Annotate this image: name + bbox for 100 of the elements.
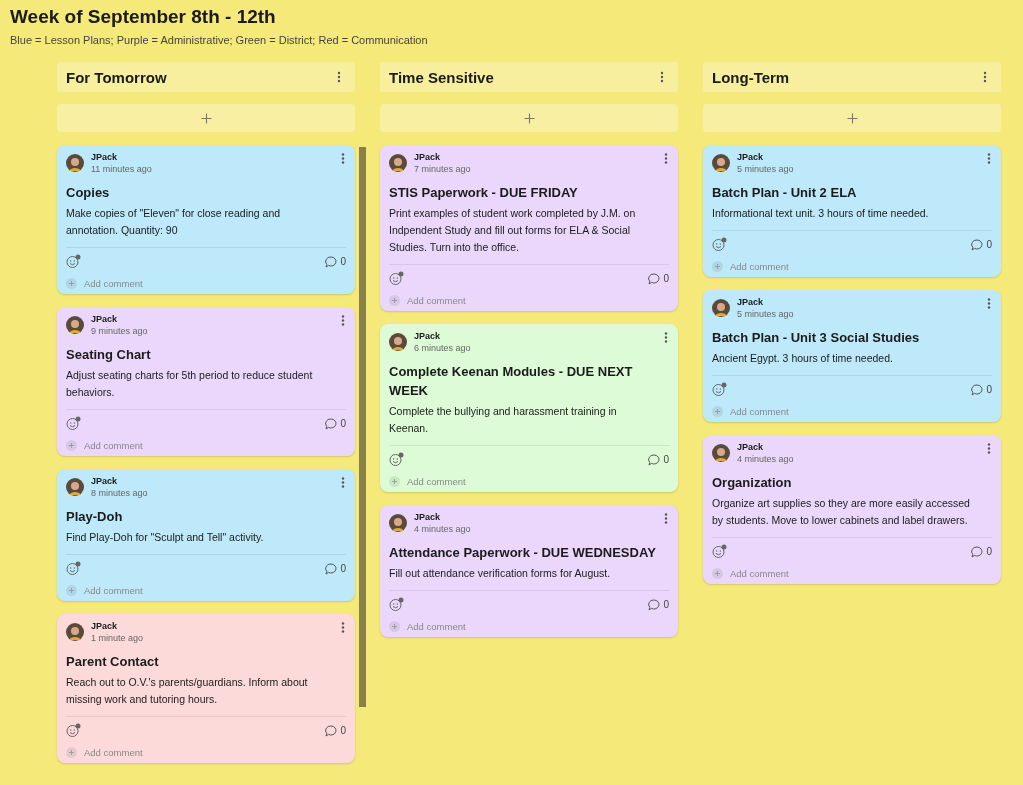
column-title: Long-Term bbox=[712, 68, 790, 86]
card-text: Find Play-Doh for "Sculpt and Tell" activity. bbox=[66, 530, 265, 545]
card-title: STIS Paperwork - DUE FRIDAY bbox=[389, 184, 579, 202]
card-text: Informational text unit. 3 hours of time needed. bbox=[712, 206, 930, 221]
author-name: JPack bbox=[414, 331, 442, 341]
timestamp: 11 minutes ago bbox=[91, 164, 153, 174]
more-icon[interactable] bbox=[341, 315, 345, 326]
comment-count: 0 bbox=[340, 418, 346, 429]
plus-icon bbox=[712, 261, 723, 272]
emoji-reaction-icon[interactable] bbox=[389, 271, 404, 286]
emoji-reaction-icon[interactable] bbox=[66, 254, 81, 269]
emoji-reaction-icon[interactable] bbox=[389, 597, 404, 612]
comment-count: 0 bbox=[340, 725, 346, 736]
note-card[interactable]: JPack 8 minutes ago Play-Doh Find Play-Doh for "Sculpt and Tell" activity. 0 Add comment bbox=[57, 469, 355, 601]
avatar-icon bbox=[712, 154, 730, 172]
more-icon[interactable] bbox=[341, 153, 345, 164]
comment-count: 0 bbox=[340, 563, 346, 574]
author-name: JPack bbox=[737, 442, 765, 452]
board-title: Week of September 8th - 12th bbox=[10, 6, 277, 28]
note-card[interactable]: JPack 4 minutes ago Organization Organize art supplies so they are more easily accessed by students. Move to lower cabinets and label drawers. 0 Add comment bbox=[703, 435, 1001, 584]
author-name: JPack bbox=[91, 476, 119, 486]
emoji-reaction-icon[interactable] bbox=[712, 544, 727, 559]
note-card[interactable]: JPack 6 minutes ago Complete Keenan Modules - DUE NEXT WEEK Complete the bullying and harassment training in Keenan. 0 Add comment bbox=[380, 324, 678, 492]
comment-icon[interactable] bbox=[971, 545, 984, 558]
plus-icon bbox=[389, 295, 400, 306]
card-title: Seating Chart bbox=[66, 346, 152, 364]
column-title: For Tomorrow bbox=[66, 68, 167, 86]
comment-icon[interactable] bbox=[648, 598, 661, 611]
timestamp: 1 minute ago bbox=[91, 633, 145, 643]
timestamp: 8 minutes ago bbox=[91, 488, 149, 498]
plus-icon bbox=[389, 621, 400, 632]
comment-icon[interactable] bbox=[971, 238, 984, 251]
more-icon[interactable] bbox=[341, 477, 345, 488]
comment-count: 0 bbox=[663, 599, 669, 610]
note-card[interactable]: JPack 11 minutes ago Copies Make copies of "Eleven" for close reading and annotation. Quantity: 90 0 Add comment bbox=[57, 145, 355, 294]
comment-count: 0 bbox=[986, 239, 992, 250]
card-title: Copies bbox=[66, 184, 111, 202]
plus-icon bbox=[200, 112, 212, 124]
more-icon[interactable] bbox=[987, 153, 991, 164]
more-icon[interactable] bbox=[337, 71, 341, 83]
timestamp: 9 minutes ago bbox=[91, 326, 149, 336]
scrollbar[interactable] bbox=[359, 147, 366, 707]
card-text: Adjust seating charts for 5th period to reduce student behaviors. bbox=[66, 368, 314, 400]
more-icon[interactable] bbox=[664, 332, 668, 343]
more-icon[interactable] bbox=[987, 298, 991, 309]
timestamp: 4 minutes ago bbox=[414, 524, 472, 534]
timestamp: 5 minutes ago bbox=[737, 164, 795, 174]
comment-icon[interactable] bbox=[648, 272, 661, 285]
card-title: Attendance Paperwork - DUE WEDNESDAY bbox=[389, 544, 657, 562]
author-name: JPack bbox=[91, 314, 119, 324]
more-icon[interactable] bbox=[664, 153, 668, 164]
author-name: JPack bbox=[737, 152, 765, 162]
emoji-reaction-icon[interactable] bbox=[712, 237, 727, 252]
emoji-reaction-icon[interactable] bbox=[712, 382, 727, 397]
card-text: Fill out attendance verification forms for August. bbox=[389, 566, 612, 581]
plus-icon bbox=[389, 476, 400, 487]
author-name: JPack bbox=[414, 152, 442, 162]
more-icon[interactable] bbox=[341, 622, 345, 633]
comment-icon[interactable] bbox=[325, 562, 338, 575]
comment-icon[interactable] bbox=[325, 724, 338, 737]
avatar-icon bbox=[389, 154, 407, 172]
plus-icon bbox=[523, 112, 535, 124]
note-card[interactable]: JPack 4 minutes ago Attendance Paperwork - DUE WEDNESDAY Fill out attendance verification forms for August. 0 Add comment bbox=[380, 505, 678, 637]
avatar-icon bbox=[66, 154, 84, 172]
timestamp: 5 minutes ago bbox=[737, 309, 795, 319]
plus-icon bbox=[66, 440, 77, 451]
note-card[interactable]: JPack 1 minute ago Parent Contact Reach out to O.V.'s parents/guardians. Inform about missing work and tutoring hours. 0 Add comment bbox=[57, 614, 355, 763]
comment-count: 0 bbox=[340, 256, 346, 267]
card-text: Complete the bullying and harassment training in Keenan. bbox=[389, 404, 618, 436]
comment-icon[interactable] bbox=[971, 383, 984, 396]
emoji-reaction-icon[interactable] bbox=[66, 723, 81, 738]
more-icon[interactable] bbox=[664, 513, 668, 524]
note-card[interactable]: JPack 7 minutes ago STIS Paperwork - DUE FRIDAY Print examples of student work completed by J.M. on Indpendent Study and fill out forms for ELA & Social Studies. Turn into the office. 0 Add comment bbox=[380, 145, 678, 311]
avatar-icon bbox=[66, 623, 84, 641]
comment-icon[interactable] bbox=[648, 453, 661, 466]
note-card[interactable]: JPack 5 minutes ago Batch Plan - Unit 2 ELA Informational text unit. 3 hours of time needed. 0 Add comment bbox=[703, 145, 1001, 277]
note-card[interactable]: JPack 5 minutes ago Batch Plan - Unit 3 Social Studies Ancient Egypt. 3 hours of time needed. 0 Add comment bbox=[703, 290, 1001, 422]
card-title: Batch Plan - Unit 2 ELA bbox=[712, 184, 858, 202]
author-name: JPack bbox=[91, 621, 119, 631]
timestamp: 6 minutes ago bbox=[414, 343, 472, 353]
comment-icon[interactable] bbox=[325, 255, 338, 268]
more-icon[interactable] bbox=[660, 71, 664, 83]
plus-icon bbox=[712, 568, 723, 579]
more-icon[interactable] bbox=[983, 71, 987, 83]
avatar-icon bbox=[712, 444, 730, 462]
card-text: Ancient Egypt. 3 hours of time needed. bbox=[712, 351, 894, 366]
plus-icon bbox=[66, 278, 77, 289]
card-title: Parent Contact bbox=[66, 653, 160, 671]
card-title: Play-Doh bbox=[66, 508, 124, 526]
comment-count: 0 bbox=[986, 384, 992, 395]
timestamp: 7 minutes ago bbox=[414, 164, 472, 174]
comment-icon[interactable] bbox=[325, 417, 338, 430]
more-icon[interactable] bbox=[987, 443, 991, 454]
avatar-icon bbox=[389, 333, 407, 351]
emoji-reaction-icon[interactable] bbox=[66, 416, 81, 431]
note-card[interactable]: JPack 9 minutes ago Seating Chart Adjust seating charts for 5th period to reduce student behaviors. 0 Add comment bbox=[57, 307, 355, 456]
avatar-icon bbox=[66, 316, 84, 334]
comment-count: 0 bbox=[986, 546, 992, 557]
emoji-reaction-icon[interactable] bbox=[66, 561, 81, 576]
emoji-reaction-icon[interactable] bbox=[389, 452, 404, 467]
